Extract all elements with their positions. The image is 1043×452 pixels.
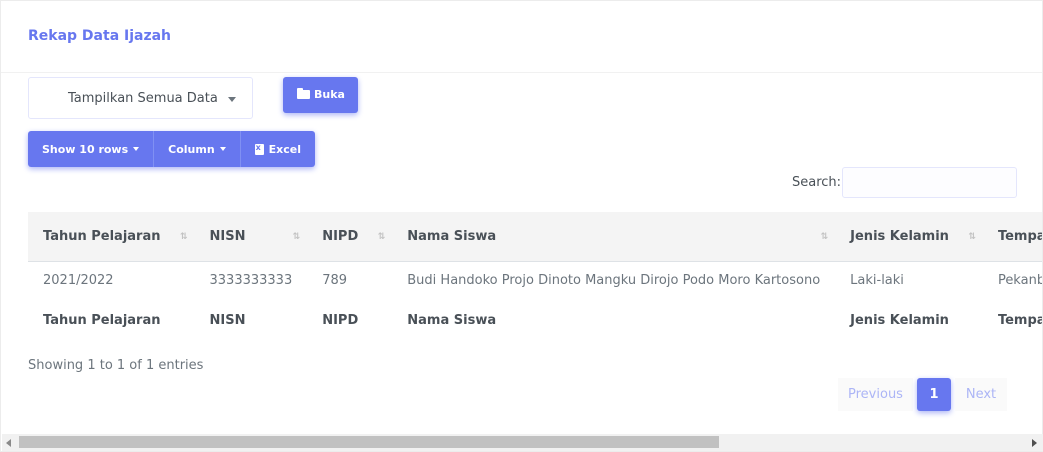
scrollbar-thumb[interactable] [19, 436, 719, 448]
table-cell: Laki-laki [850, 273, 904, 289]
scroll-left-icon[interactable] [6, 439, 11, 447]
excel-label: Excel [268, 142, 302, 156]
column-header[interactable]: NISN ⇅ [194, 212, 308, 262]
search-input[interactable] [842, 167, 1017, 198]
column-footer: Jenis Kelamin [850, 312, 949, 328]
table-header-row: Tahun Pelajaran ⇅ NISN ⇅ NIPD ⇅ Nama Siswa ⇅… [28, 212, 1042, 262]
caret-down-icon [219, 147, 226, 151]
pagination: Previous 1 Next [838, 378, 1007, 411]
table-cell: 789 [322, 273, 348, 289]
folder-open-icon [297, 88, 310, 99]
sort-icon: ⇅ [377, 232, 385, 242]
table-cell: 3333333333 [209, 273, 293, 289]
table-row: 2021/2022 3333333333 789 Budi Handoko Pr… [28, 261, 1042, 300]
table-toolbar: Show 10 rows Column Excel [28, 131, 316, 167]
search-label: Search: [792, 175, 842, 190]
caret-down-icon [133, 147, 140, 151]
column-footer: NIPD [322, 312, 359, 328]
table-cell: Budi Handoko Projo Dinoto Mangku Dirojo … [407, 273, 821, 289]
table-info: Showing 1 to 1 of 1 entries [28, 358, 204, 373]
data-table-wrapper: Tahun Pelajaran ⇅ NISN ⇅ NIPD ⇅ Nama Siswa ⇅… [28, 212, 1042, 340]
table-cell: 2021/2022 [43, 273, 114, 289]
horizontal-scrollbar[interactable] [2, 434, 1043, 451]
sort-icon: ⇅ [179, 232, 187, 242]
excel-export-button[interactable]: Excel [240, 131, 316, 167]
column-footer: Nama Siswa [407, 312, 497, 328]
chevron-down-icon [228, 97, 236, 102]
column-footer: Tahun Pelajaran [43, 312, 161, 328]
data-table: Tahun Pelajaran ⇅ NISN ⇅ NIPD ⇅ Nama Siswa ⇅… [28, 212, 1042, 340]
rekap-card: Rekap Data Ijazah Tampilkan Semua Data B… [0, 0, 1043, 452]
scroll-right-icon[interactable] [1032, 439, 1037, 447]
card-title: Rekap Data Ijazah [28, 28, 172, 44]
sort-icon: ⇅ [820, 232, 828, 242]
card-header: Rekap Data Ijazah [1, 1, 1042, 73]
column-label: Column [168, 142, 215, 156]
column-header[interactable]: Nama Siswa ⇅ [392, 212, 836, 262]
column-header[interactable]: NIPD ⇅ [307, 212, 393, 262]
table-footer-row: Tahun Pelajaran NISN NIPD Nama Siswa Jen… [28, 300, 1042, 340]
open-button-label: Buka [314, 88, 345, 101]
column-header[interactable]: Jenis Kelamin ⇅ [835, 212, 983, 262]
open-button[interactable]: Buka [283, 77, 358, 113]
file-excel-icon [254, 143, 264, 155]
column-header[interactable]: Tempat Lahir⇅ [982, 212, 1042, 262]
column-footer: Tempat Lahir [997, 312, 1042, 328]
sort-icon: ⇅ [292, 232, 300, 242]
sort-icon: ⇅ [968, 232, 975, 242]
pagination-page-1[interactable]: 1 [917, 378, 951, 411]
column-visibility-button[interactable]: Column [154, 131, 241, 167]
pagination-next[interactable]: Next [955, 378, 1007, 411]
pagination-previous[interactable]: Previous [838, 378, 913, 411]
data-filter-value: Tampilkan Semua Data [68, 91, 218, 106]
data-filter-select[interactable]: Tampilkan Semua Data [28, 77, 253, 119]
column-header[interactable]: Tahun Pelajaran ⇅ [28, 212, 195, 262]
show-rows-button[interactable]: Show 10 rows [28, 131, 155, 167]
table-cell: Pekanbaru [997, 273, 1042, 289]
column-footer: NISN [209, 312, 246, 328]
show-rows-label: Show 10 rows [42, 142, 129, 156]
